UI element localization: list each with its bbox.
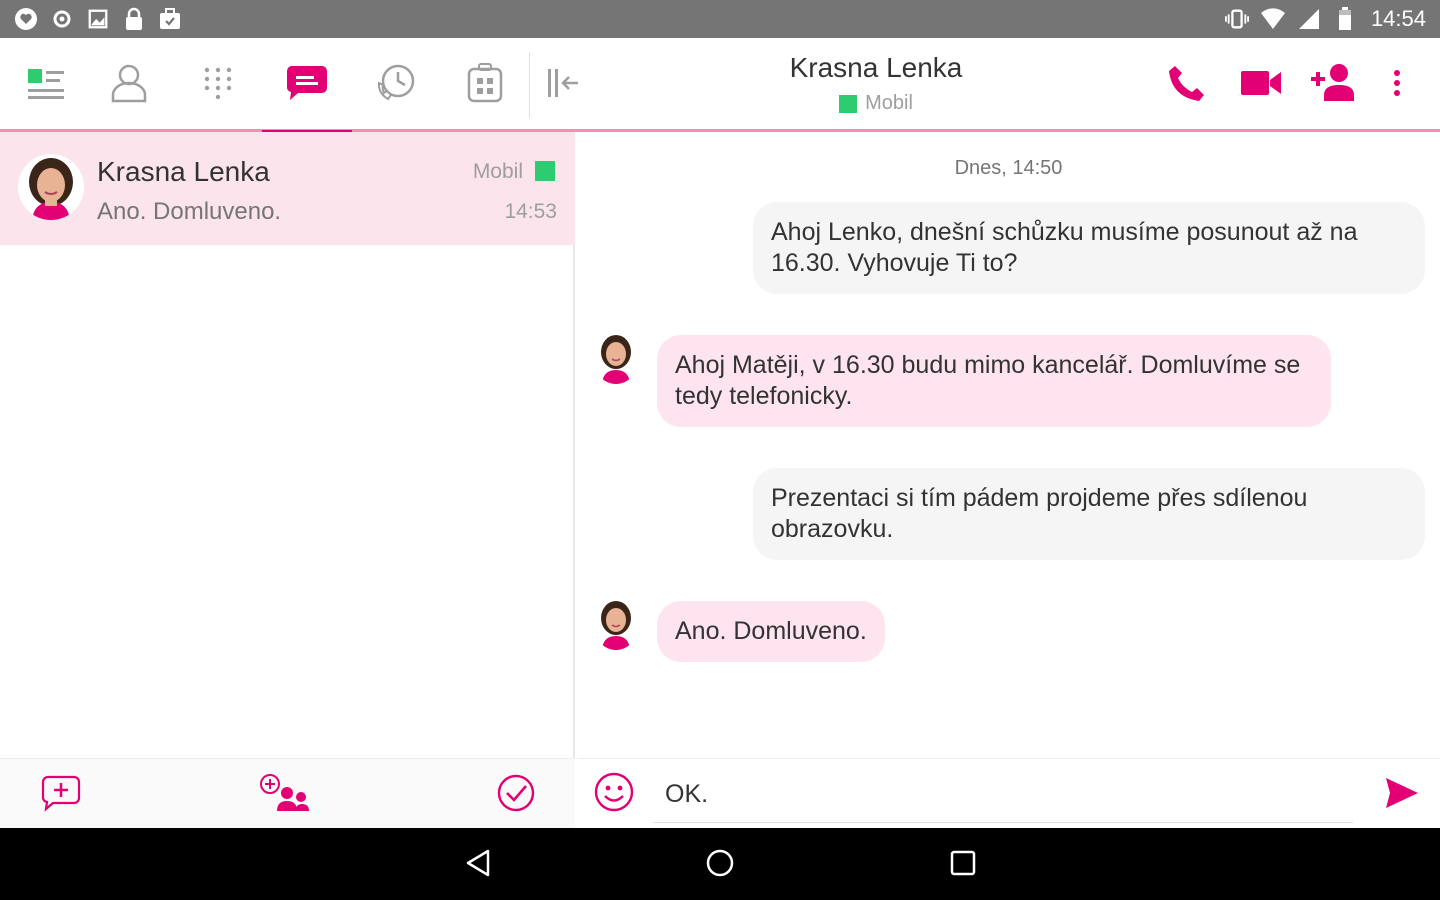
lock-icon — [122, 7, 146, 31]
status-time: 14:54 — [1370, 6, 1426, 31]
chat-contact-header[interactable]: Krasna Lenka Mobil — [740, 52, 1012, 115]
phone-icon — [1167, 63, 1207, 108]
status-bar-system: 14:54 — [1224, 6, 1426, 32]
message-outgoing[interactable]: Prezentaci si tím pádem projdeme přes sd… — [753, 468, 1425, 560]
conversation-channel: Mobil — [472, 160, 523, 183]
send-icon — [1384, 776, 1420, 815]
chat-panel: Dnes, 14:50 Ahoj Lenko, dnešní schůzku m… — [577, 132, 1440, 828]
home-button[interactable] — [695, 840, 745, 890]
top-toolbar: Krasna Lenka Mobil — [0, 38, 1440, 135]
call-button[interactable] — [1162, 60, 1212, 110]
home-icon — [705, 848, 735, 883]
add-participant-button[interactable] — [1308, 60, 1358, 110]
emoji-icon — [593, 771, 635, 818]
new-group-chat-button[interactable] — [259, 771, 313, 819]
wifi-icon — [1260, 7, 1285, 31]
send-button[interactable] — [1378, 771, 1426, 819]
recents-icon — [949, 849, 977, 882]
person-icon — [109, 63, 149, 108]
system-navigation-bar — [0, 828, 1440, 900]
back-icon — [463, 848, 493, 883]
status-bar: 14:54 — [0, 0, 1440, 38]
collapse-panel-icon — [546, 67, 580, 104]
message-input[interactable] — [653, 767, 1353, 823]
app-window: 14:54 Krasna Lenka Mobil Krasna Lenka An… — [0, 0, 1440, 900]
status-list-icon — [28, 65, 68, 106]
new-message-icon — [41, 774, 81, 817]
more-options-button[interactable] — [1372, 60, 1422, 110]
video-call-button[interactable] — [1236, 60, 1286, 110]
contact-channel-label: Mobil — [865, 92, 913, 114]
collapse-panel-button[interactable] — [518, 38, 608, 132]
tab-dialpad[interactable] — [173, 38, 263, 132]
avatar — [593, 598, 639, 650]
back-button[interactable] — [453, 840, 503, 890]
conversation-actions-bar — [0, 758, 575, 828]
tab-messages[interactable] — [262, 38, 352, 135]
apps-icon — [467, 62, 503, 108]
avatar — [18, 154, 84, 220]
more-vert-icon — [1393, 69, 1401, 102]
chat-icon — [286, 64, 328, 107]
contact-name: Krasna Lenka — [789, 52, 963, 83]
heart-notification-icon — [14, 7, 38, 31]
select-conversations-button[interactable] — [492, 771, 540, 819]
conversation-name: Krasna Lenka — [97, 156, 270, 187]
new-message-button[interactable] — [37, 771, 85, 819]
recents-button[interactable] — [938, 840, 988, 890]
message-incoming[interactable]: Ano. Domluveno. — [657, 601, 885, 662]
new-group-chat-icon — [259, 773, 313, 818]
tab-history[interactable] — [351, 38, 441, 132]
add-person-icon — [1309, 63, 1357, 108]
contact-channel: Mobil — [740, 92, 1012, 115]
status-bar-notifications — [14, 7, 182, 31]
conversation-time: 14:53 — [504, 200, 557, 223]
sync-icon — [50, 7, 74, 31]
tab-contacts[interactable] — [84, 38, 174, 132]
briefcase-icon — [158, 7, 182, 31]
message-incoming[interactable]: Ahoj Matěji, v 16.30 budu mimo kancelář.… — [657, 335, 1331, 427]
call-history-icon — [376, 63, 416, 108]
online-status-indicator — [839, 94, 858, 113]
message-outgoing[interactable]: Ahoj Lenko, dnešní schůzku musíme posuno… — [753, 202, 1425, 294]
conversation-item[interactable]: Krasna Lenka Ano. Domluveno. Mobil 14:53 — [0, 132, 575, 245]
video-icon — [1240, 68, 1282, 103]
battery-icon — [1333, 7, 1357, 31]
tab-status[interactable] — [3, 38, 93, 132]
signal-icon — [1297, 7, 1321, 31]
image-icon — [86, 7, 110, 31]
online-status-indicator — [535, 161, 555, 181]
date-separator: Dnes, 14:50 — [954, 157, 1063, 179]
dialpad-icon — [203, 66, 233, 105]
vibrate-icon — [1224, 7, 1249, 31]
avatar — [593, 332, 639, 384]
conversation-list-panel: Krasna Lenka Ano. Domluveno. Mobil 14:53 — [0, 132, 575, 828]
select-check-icon — [496, 773, 536, 818]
message-composer — [577, 758, 1440, 828]
conversation-last-message: Ano. Domluveno. — [97, 198, 282, 225]
tab-apps[interactable] — [440, 38, 530, 132]
emoji-button[interactable] — [591, 771, 637, 817]
